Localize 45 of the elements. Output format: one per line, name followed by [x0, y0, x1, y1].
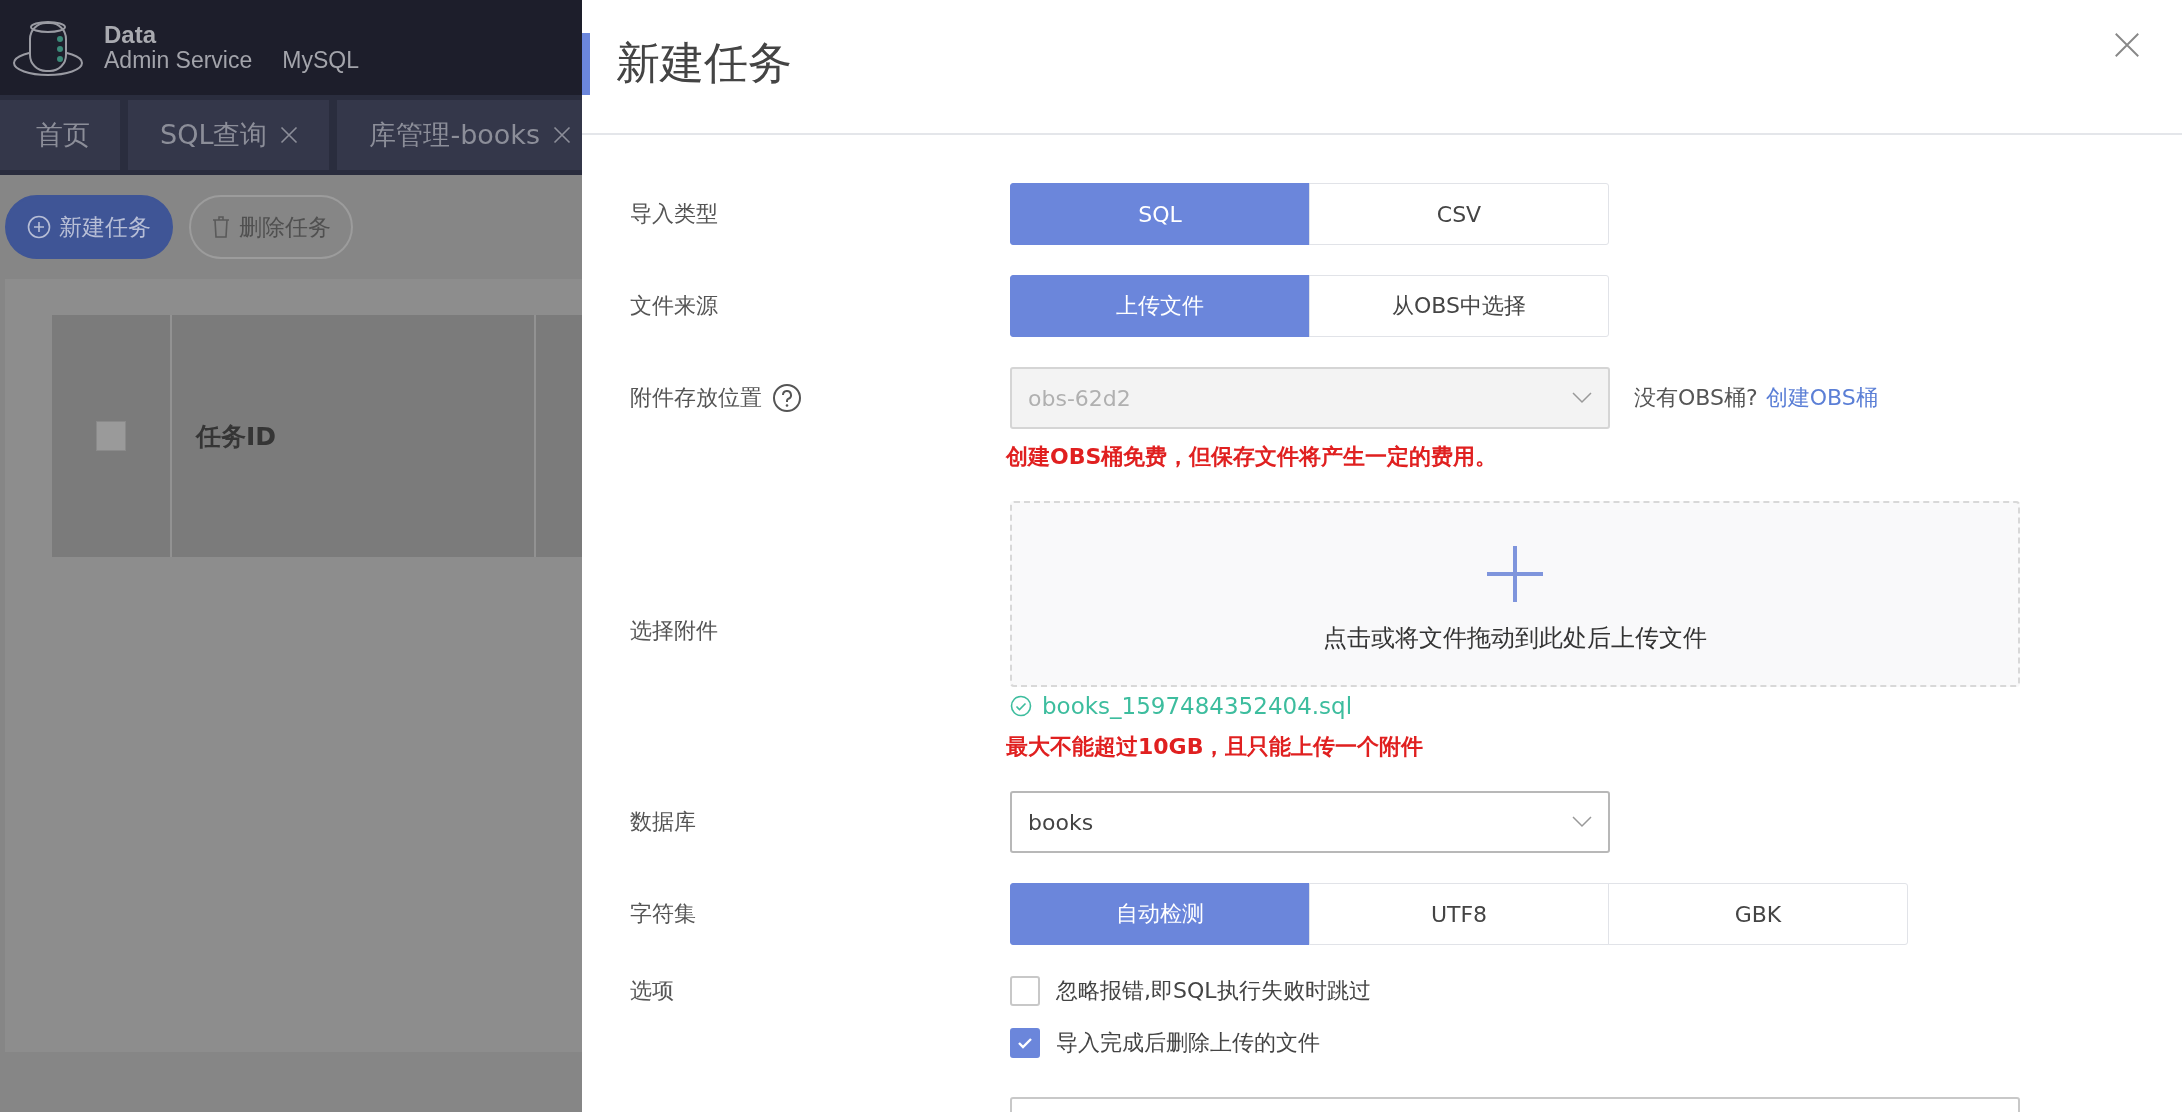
app-subtitle: Admin Service [104, 48, 253, 74]
field-label: 选择附件 [630, 617, 719, 645]
dialog-title: 新建任务 [616, 36, 792, 90]
upload-hint: 点击或将文件拖动到此处后上传文件 [1323, 623, 1707, 654]
title-accent [582, 32, 590, 95]
segment-button[interactable]: UTF8 [1309, 883, 1609, 945]
close-button[interactable] [2112, 30, 2142, 60]
file-name[interactable]: books_1597484352404.sql [1042, 693, 1353, 719]
select-all-checkbox[interactable] [96, 421, 126, 451]
trash-icon [211, 215, 231, 239]
column-header: 任务ID [196, 420, 277, 453]
field-label: 数据库 [630, 808, 696, 836]
caret-icon [1572, 392, 1592, 404]
plus-circle-icon [27, 215, 51, 239]
tab[interactable]: 首页 [0, 100, 120, 170]
segment-button[interactable]: 上传文件 [1010, 275, 1310, 337]
field-label: 选项 [630, 977, 675, 1005]
close-icon[interactable] [552, 125, 573, 145]
caret-icon [1572, 816, 1592, 828]
select-field[interactable]: books [1010, 791, 1610, 853]
upload-area[interactable]: 点击或将文件拖动到此处后上传文件 [1010, 501, 2020, 687]
close-icon[interactable] [279, 125, 300, 145]
segment-button[interactable]: 自动检测 [1010, 883, 1310, 945]
field-label: 字符集 [630, 900, 697, 928]
segment-button[interactable]: SQL [1010, 183, 1310, 245]
app-title: Data [104, 21, 158, 49]
checkbox-label: 导入完成后删除上传的文件 [1056, 1029, 1320, 1057]
checkbox-label: 忽略报错,即SQL执行失败时跳过 [1056, 977, 1371, 1005]
tab[interactable]: 库管理-books [337, 100, 582, 170]
new-task-button[interactable]: 新建任务 [5, 195, 173, 259]
tab[interactable]: SQL查询 [128, 100, 330, 170]
segment-button[interactable]: CSV [1309, 183, 1609, 245]
hint-text: 没有OBS桶? [1634, 384, 1758, 412]
check-circle-icon [1010, 695, 1032, 717]
warning-text: 创建OBS桶免费，但保存文件将产生一定的费用。 [1006, 443, 1498, 471]
field-label: 文件来源 [630, 292, 719, 320]
segment-button[interactable]: GBK [1608, 883, 1908, 945]
segment-button[interactable]: 从OBS中选择 [1309, 275, 1609, 337]
field-label: 附件存放位置 [630, 384, 762, 412]
checkbox[interactable] [1010, 1028, 1040, 1058]
checkbox[interactable] [1010, 976, 1040, 1006]
engine-label: MySQL [282, 48, 359, 74]
warning-text: 最大不能超过10GB，且只能上传一个附件 [1006, 733, 1424, 761]
plus-icon [1485, 544, 1545, 604]
field-label: 导入类型 [630, 200, 719, 228]
